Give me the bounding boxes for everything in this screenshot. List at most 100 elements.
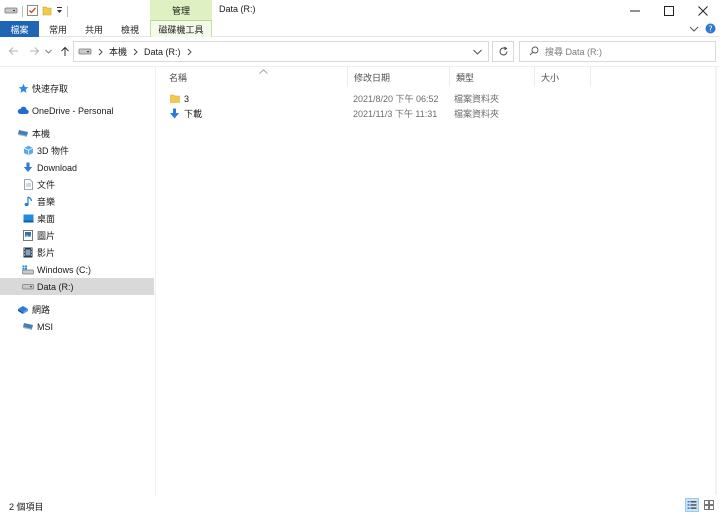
help-button[interactable]: ?	[705, 23, 716, 36]
minimize-button[interactable]	[618, 0, 652, 21]
desktop-icon	[22, 213, 34, 225]
nav-item-music[interactable]: 音樂	[0, 193, 154, 210]
breadcrumb-separator[interactable]	[187, 48, 192, 56]
window-title: Data (R:)	[219, 4, 256, 14]
expand-ribbon-button[interactable]	[689, 25, 699, 35]
arrow-up-icon	[61, 46, 69, 56]
column-header-label: 大小	[541, 72, 560, 83]
nav-item-3d-objects[interactable]: 3D 物件	[0, 142, 154, 159]
address-drive-icon	[78, 47, 92, 56]
column-header-name[interactable]: 名稱	[163, 67, 348, 87]
nav-item-network[interactable]: 網路	[0, 301, 154, 318]
recent-locations-button[interactable]	[43, 44, 53, 58]
nav-item-label: 3D 物件	[37, 146, 70, 156]
title-bar: 管理 Data (R:)	[0, 0, 720, 21]
tab-file[interactable]: 檔案	[0, 21, 39, 37]
document-icon	[22, 179, 34, 191]
refresh-icon	[499, 46, 507, 56]
arrow-left-icon	[8, 47, 18, 55]
nav-item-msi[interactable]: MSI	[0, 318, 154, 335]
nav-item-label: 文件	[37, 180, 56, 190]
search-input[interactable]	[545, 46, 705, 57]
folder-icon	[170, 91, 180, 106]
nav-item-quick-access[interactable]: 快速存取	[0, 80, 154, 97]
download-folder-icon	[169, 106, 180, 121]
nav-item-documents[interactable]: 文件	[0, 176, 154, 193]
nav-item-windows-drive[interactable]: Windows (C:)	[0, 261, 154, 278]
status-bar: 2 個項目	[0, 495, 720, 514]
address-history-button[interactable]	[473, 47, 482, 57]
toolbar-separator	[67, 5, 68, 17]
nav-item-this-pc[interactable]: 本機	[0, 125, 154, 142]
context-tab-group-manage: 管理	[150, 0, 212, 21]
download-arrow-icon	[22, 162, 34, 174]
file-row[interactable]: 3 2021/8/20 下午 06:52 檔案資料夾	[166, 91, 706, 106]
nav-item-desktop[interactable]: 桌面	[0, 210, 154, 227]
scrollbar-track[interactable]	[715, 67, 717, 495]
navigation-pane: 快速存取 OneDrive - Personal 本機 3D 物件 Downlo…	[0, 67, 156, 495]
chevron-down-icon	[473, 49, 482, 55]
large-icons-view-button[interactable]	[702, 498, 716, 512]
film-icon	[22, 247, 34, 259]
nav-item-onedrive[interactable]: OneDrive - Personal	[0, 102, 154, 119]
nav-item-pictures[interactable]: 圖片	[0, 227, 154, 244]
address-bar[interactable]: 本機 Data (R:)	[73, 41, 489, 62]
nav-item-data-drive[interactable]: Data (R:)	[0, 278, 154, 295]
column-header-type[interactable]: 類型	[450, 67, 535, 87]
quick-access-toolbar	[4, 4, 68, 18]
chevron-right-icon	[98, 48, 103, 55]
nav-item-label: Data (R:)	[37, 281, 74, 292]
context-tab-group-label: 管理	[171, 5, 190, 16]
file-row[interactable]: 下載 2021/11/3 下午 11:31 檔案資料夾	[166, 106, 706, 121]
nav-item-label: 影片	[37, 248, 56, 258]
file-name: 3	[184, 93, 190, 104]
close-icon	[698, 5, 708, 16]
search-box[interactable]	[519, 41, 716, 62]
ribbon-tabs: 檔案 常用 共用 檢視 磁碟機工具 ?	[0, 21, 720, 37]
chevron-down-icon	[44, 49, 52, 54]
svg-text:?: ?	[708, 24, 712, 33]
nav-item-label: MSI	[37, 321, 54, 332]
ribbon-right-controls: ?	[689, 23, 716, 36]
nav-item-label: 音樂	[37, 197, 56, 207]
breadcrumb-data-drive[interactable]: Data (R:)	[144, 47, 181, 57]
computer-icon	[17, 128, 29, 140]
pictures-icon	[22, 230, 34, 242]
forward-button[interactable]	[27, 44, 41, 58]
breadcrumb-this-pc[interactable]: 本機	[109, 45, 127, 58]
file-modified: 2021/11/3 下午 11:31	[353, 109, 438, 119]
nav-item-label: 圖片	[37, 231, 56, 241]
large-icons-view-icon	[704, 500, 714, 510]
nav-item-label: 桌面	[37, 214, 56, 224]
nav-item-downloads[interactable]: Download	[0, 159, 154, 176]
network-computer-icon	[22, 321, 34, 333]
column-header-label: 名稱	[169, 72, 188, 83]
vertical-scrollbar[interactable]	[712, 67, 720, 495]
customize-toolbar-icon[interactable]	[56, 6, 63, 16]
tab-share[interactable]: 共用	[79, 21, 109, 37]
window-controls	[618, 0, 720, 21]
properties-icon[interactable]	[27, 4, 38, 18]
star-icon	[17, 83, 29, 95]
minimize-icon	[630, 10, 640, 11]
details-view-button[interactable]	[685, 498, 699, 512]
breadcrumb-separator[interactable]	[98, 48, 103, 56]
up-button[interactable]	[58, 44, 72, 58]
maximize-button[interactable]	[652, 0, 686, 21]
close-button[interactable]	[686, 0, 720, 21]
nav-item-videos[interactable]: 影片	[0, 244, 154, 261]
column-header-modified[interactable]: 修改日期	[348, 67, 450, 87]
tab-view[interactable]: 檢視	[115, 21, 145, 37]
file-type: 檔案資料夾	[454, 109, 500, 119]
back-button[interactable]	[6, 44, 20, 58]
chevron-right-icon	[133, 48, 138, 55]
tab-home[interactable]: 常用	[43, 21, 73, 37]
column-header-size[interactable]: 大小	[535, 67, 591, 87]
file-type: 檔案資料夾	[454, 94, 500, 104]
sort-ascending-icon	[259, 66, 268, 76]
breadcrumb-separator[interactable]	[133, 48, 138, 56]
new-folder-icon[interactable]	[42, 5, 52, 18]
tab-drive-tools[interactable]: 磁碟機工具	[150, 21, 212, 37]
item-count: 2 個項目	[9, 502, 44, 512]
refresh-button[interactable]	[492, 41, 514, 62]
